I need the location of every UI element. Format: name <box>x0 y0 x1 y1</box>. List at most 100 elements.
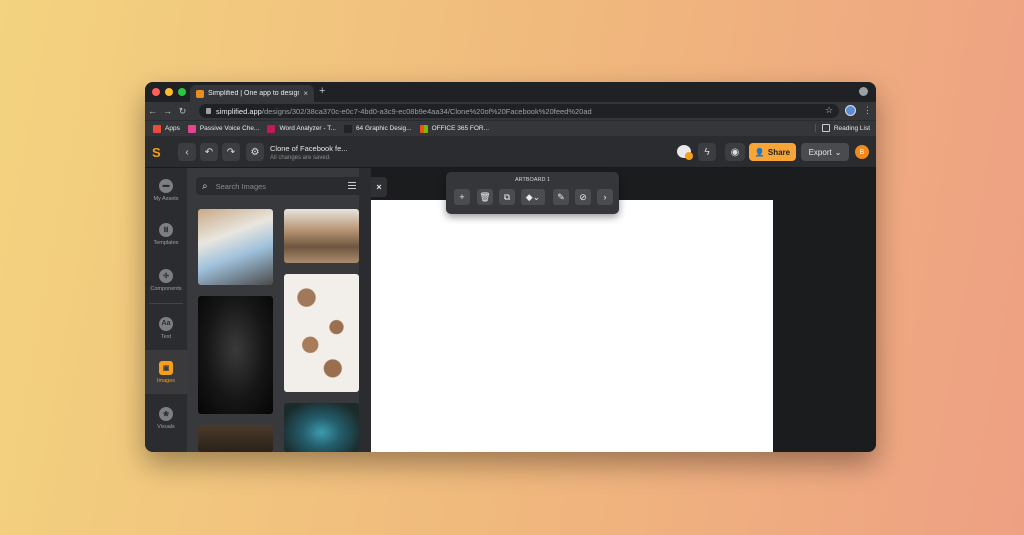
browser-tab[interactable]: Simplified | One app to design... × <box>190 85 314 102</box>
rail-item-components[interactable]: ✣ Components <box>145 258 187 302</box>
folder-icon: ▬ <box>159 178 173 193</box>
rail-item-my-assets[interactable]: ▬ My Assets <box>145 168 187 212</box>
image-thumb-dog[interactable] <box>198 296 273 414</box>
images-icon: ▣ <box>159 360 173 375</box>
preview-button[interactable]: ◉ <box>725 143 745 161</box>
save-status: All changes are saved. <box>270 155 331 161</box>
bookmark-star-icon[interactable]: ☆ <box>825 105 833 116</box>
bookmark-label: OFFICE 365 FOR... <box>431 125 490 132</box>
duplicate-icon[interactable]: ⧉ <box>499 189 515 205</box>
reading-list-label: Reading List <box>833 124 870 132</box>
ai-assistant-button[interactable]: ϟ <box>698 143 716 161</box>
canvas-area: × ARTBOARD 1 + 🗑 ⧉ ◆⌄ ✎ ⊘ › <box>371 168 876 452</box>
image-thumb-cookies[interactable] <box>284 274 359 392</box>
artboard[interactable] <box>371 200 773 452</box>
filter-icon[interactable] <box>348 182 356 189</box>
add-icon[interactable]: + <box>454 189 470 205</box>
bookmark-word-analyzer[interactable]: Word Analyzer - T... <box>267 124 336 133</box>
bookmark-label: Word Analyzer - T... <box>279 125 336 132</box>
bookmark-favicon-icon <box>267 124 276 133</box>
settings-button[interactable]: ⚙ <box>246 143 264 161</box>
rail-label: My Assets <box>153 195 179 202</box>
rail-label: Text <box>160 333 172 340</box>
rail-label: Templates <box>153 239 179 246</box>
search-icon: ⌕ <box>202 180 208 192</box>
lock-icon <box>206 108 211 114</box>
maximize-window-button[interactable] <box>178 88 186 96</box>
components-icon: ✣ <box>159 268 173 283</box>
search-placeholder: Search Images <box>215 181 267 191</box>
bookmark-passive-voice[interactable]: Passive Voice Che... <box>187 124 260 133</box>
url-host: simplified.app <box>216 106 262 116</box>
comments-badge <box>685 152 693 160</box>
app-header: S ‹ ↶ ↷ ⚙ Clone of Facebook fe... All ch… <box>145 136 876 168</box>
bookmark-graphic-design[interactable]: 64 Graphic Desig... <box>343 124 412 133</box>
close-panel-button[interactable]: × <box>371 177 387 197</box>
browser-menu-icon[interactable]: ⋮ <box>863 105 872 116</box>
tool-rail: ▬ My Assets Ⅲ Templates ✣ Components Aa … <box>145 168 187 452</box>
url-input[interactable]: simplified.app/designs/302/38ca370c-e0c7… <box>199 104 839 118</box>
rail-item-text[interactable]: Aa Text <box>145 306 187 350</box>
rail-label: Components <box>150 285 182 292</box>
bookmark-label: Apps <box>165 125 180 132</box>
panel-scrollbar[interactable] <box>359 168 371 452</box>
bookmark-office-365[interactable]: OFFICE 365 FOR... <box>419 124 490 133</box>
visuals-icon: ❀ <box>159 406 173 421</box>
reading-list-button[interactable]: Reading List <box>814 124 870 132</box>
share-button[interactable]: 👤 Share <box>749 143 796 161</box>
reload-icon[interactable]: ↻ <box>175 106 190 117</box>
close-window-button[interactable] <box>152 88 160 96</box>
tab-close-icon[interactable]: × <box>303 89 308 98</box>
favicon-icon <box>196 89 204 98</box>
templates-icon: Ⅲ <box>159 222 173 237</box>
bookmark-apps[interactable]: Apps <box>153 124 180 133</box>
share-label: Share <box>767 147 791 157</box>
text-icon: Aa <box>159 316 173 331</box>
bookmarks-bar: Apps Passive Voice Che... Word Analyzer … <box>145 120 876 136</box>
window-profile-icon[interactable] <box>859 87 868 96</box>
magic-wand-icon[interactable]: ✎ <box>553 189 569 205</box>
image-thumb-lake[interactable] <box>284 403 359 452</box>
bookmark-favicon-icon <box>187 124 196 133</box>
document-title[interactable]: Clone of Facebook fe... <box>270 144 348 153</box>
image-thumb-interior[interactable] <box>198 425 273 452</box>
new-tab-button[interactable]: + <box>319 85 325 97</box>
microsoft-logo-icon <box>419 124 428 133</box>
rail-item-templates[interactable]: Ⅲ Templates <box>145 212 187 256</box>
redo-button[interactable]: ↷ <box>222 143 240 161</box>
browser-profile-avatar[interactable] <box>845 105 856 116</box>
fill-color-icon[interactable]: ◆⌄ <box>521 189 545 205</box>
image-thumb-tablet[interactable] <box>198 209 273 285</box>
url-path: /designs/302/38ca370c-e0c7-4bd0-a3c9-ec0… <box>261 106 592 116</box>
forward-arrow-icon[interactable]: → <box>160 106 175 116</box>
minimize-window-button[interactable] <box>165 88 173 96</box>
remove-background-icon[interactable]: ⊘ <box>575 189 591 205</box>
trash-icon[interactable]: 🗑 <box>477 189 493 205</box>
chevron-right-icon[interactable]: › <box>597 189 613 205</box>
apps-grid-icon <box>153 124 161 133</box>
rail-item-visuals[interactable]: ❀ Visuals <box>145 396 187 440</box>
artboard-label: ARTBOARD 1 <box>514 177 551 183</box>
simplified-logo-icon[interactable]: S <box>152 145 164 160</box>
back-arrow-icon[interactable]: ← <box>145 106 160 116</box>
user-avatar[interactable]: B <box>855 145 869 159</box>
search-images-input[interactable]: ⌕ Search Images <box>196 177 362 195</box>
rail-item-images[interactable]: ▣ Images <box>145 350 187 394</box>
reading-list-icon <box>821 124 830 132</box>
tab-title: Simplified | One app to design... <box>208 90 300 97</box>
image-thumb-landscape[interactable] <box>284 209 359 263</box>
tab-strip: Simplified | One app to design... × + <box>145 82 876 102</box>
back-button[interactable]: ‹ <box>178 143 196 161</box>
bookmark-label: Passive Voice Che... <box>199 125 260 132</box>
export-label: Export <box>808 147 832 157</box>
browser-window: Simplified | One app to design... × + ← … <box>145 82 876 452</box>
export-button[interactable]: Export ⌄ <box>801 143 849 161</box>
rail-label: Images <box>156 377 176 384</box>
add-user-icon: 👤 <box>754 147 765 157</box>
undo-button[interactable]: ↶ <box>200 143 218 161</box>
window-controls <box>152 88 186 96</box>
address-bar: ← → ↻ simplified.app/designs/302/38ca370… <box>145 102 876 120</box>
chevron-down-icon: ⌄ <box>834 147 842 157</box>
images-panel: ⌕ Search Images <box>187 168 371 452</box>
rail-label: Visuals <box>157 423 175 430</box>
